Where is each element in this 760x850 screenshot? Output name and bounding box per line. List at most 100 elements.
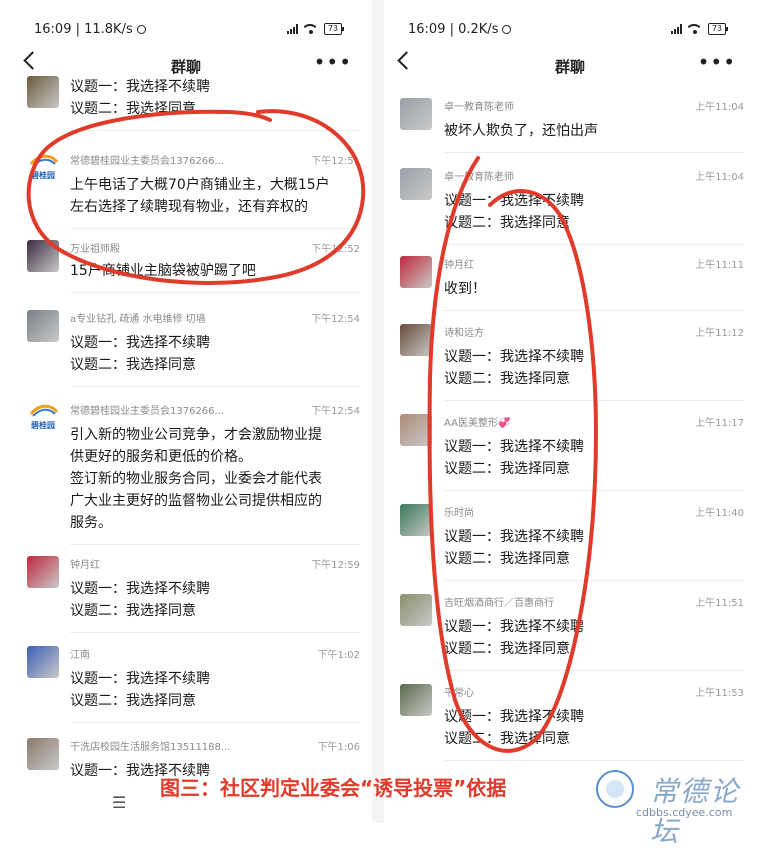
sender-name: 卓一教育陈老师: [444, 172, 514, 183]
message-text-line: 签订新的物业服务合同，业委会才能代表: [70, 471, 322, 487]
watermark-logo: 常德论坛 cdbbs.cdyee.com: [596, 768, 756, 848]
right-screenshot: 16:09 | 0.2K/s 73 群聊 ••• 卓一教育陈老师 上午11:04 被…: [384, 0, 756, 823]
avatar[interactable]: [400, 168, 432, 200]
message-time: 下午12:52: [311, 244, 360, 255]
wifi-icon: [303, 24, 318, 34]
message-separator: [444, 760, 744, 761]
message-text-line: 议题一：我选择不续聘: [444, 439, 584, 455]
status-bar: 16:09 | 0.2K/s 73: [384, 0, 756, 40]
sender-name: 钟月红: [444, 260, 474, 271]
message-time: 上午11:12: [695, 328, 744, 339]
message-separator: [444, 244, 744, 245]
message-text-line: 服务。: [70, 515, 112, 531]
menu-icon[interactable]: ☰: [112, 793, 126, 812]
message-list[interactable]: 议题一：我选择不续聘 议题二：我选择同意 碧桂园 常德碧桂园业主委员会1376266.…: [0, 76, 372, 823]
message-text-line: 议题一：我选择不续聘: [70, 671, 210, 687]
avatar[interactable]: [400, 324, 432, 356]
battery-icon: 73: [707, 23, 729, 35]
message-text-line: 上午电话了大概70户商铺业主，大概15户: [70, 177, 330, 193]
message-text-line: 议题一：我选择不续聘: [444, 349, 584, 365]
message-time: 上午11:53: [695, 688, 744, 699]
message-time: 上午11:04: [695, 172, 744, 183]
status-time: 16:09 | 11.8K/s: [34, 22, 133, 37]
message-time: 下午12:59: [311, 560, 360, 571]
more-options-icon[interactable]: •••: [698, 52, 736, 72]
avatar[interactable]: [27, 556, 59, 588]
sender-name: 诗和远方: [444, 328, 484, 339]
sender-name: 万业祖师殿: [70, 244, 120, 255]
message-separator: [70, 722, 360, 723]
sender-name: a专业钻孔 疏通 水电维修 切墙: [70, 314, 206, 325]
status-bar: 16:09 | 11.8K/s 73: [0, 0, 372, 40]
message-list[interactable]: 卓一教育陈老师 上午11:04 被坏人欺负了，还怕出声 卓一教育陈老师 上午11:04 议…: [384, 84, 756, 823]
logo-text: 碧桂园: [31, 421, 55, 430]
message-time: 上午11:17: [695, 418, 744, 429]
avatar[interactable]: [400, 504, 432, 536]
avatar[interactable]: 碧桂园: [27, 402, 59, 434]
sender-name: 干洗店校园生活服务馆13511188...: [70, 742, 231, 753]
message-separator: [70, 292, 360, 293]
message-text-line: 议题二：我选择同意: [70, 693, 196, 709]
signal-icon: [670, 24, 682, 34]
sender-name: 常德碧桂园业主委员会1376266...: [70, 156, 225, 167]
message-time: 下午1:06: [317, 742, 360, 753]
message-text-line: 议题二：我选择同意: [444, 461, 570, 477]
message-text-line: 收到！: [444, 281, 486, 297]
avatar[interactable]: [27, 646, 59, 678]
message-text-line: 供更好的服务和更低的价格。: [70, 449, 252, 465]
message-text-line: 引入新的物业公司竞争，才会激励物业提: [70, 427, 322, 443]
message-separator: [70, 632, 360, 633]
watermark-url: cdbbs.cdyee.com: [636, 806, 733, 819]
message-time: 下午12:54: [311, 406, 360, 417]
message-time: 上午11:04: [695, 102, 744, 113]
sender-name: 钟月红: [70, 560, 100, 571]
message-text-line: 议题一：我选择不续聘: [444, 619, 584, 635]
signal-icon: [286, 24, 298, 34]
logo-text: 碧桂园: [31, 171, 55, 180]
divider: [372, 0, 384, 823]
message-time: 上午11:40: [695, 508, 744, 519]
sender-name: 卓一教育陈老师: [444, 102, 514, 113]
message-time: 上午11:11: [695, 260, 744, 271]
avatar[interactable]: [27, 310, 59, 342]
message-text-line: 议题一：我选择不续聘: [70, 581, 210, 597]
message-time: 上午11:51: [695, 598, 744, 609]
message-text-line: 广大业主更好的监督物业公司提供相应的: [70, 493, 322, 509]
avatar[interactable]: [400, 98, 432, 130]
caption-text: 图三：社区判定业委会“诱导投票”依据: [160, 776, 507, 800]
avatar[interactable]: [400, 256, 432, 288]
more-options-icon[interactable]: •••: [314, 52, 352, 72]
message-text-line: 议题二：我选择同意: [444, 731, 570, 747]
avatar[interactable]: [27, 240, 59, 272]
avatar[interactable]: [400, 594, 432, 626]
left-screenshot: 16:09 | 11.8K/s 73 群聊 ••• 议题一：我选择不续聘 议题二：…: [0, 0, 372, 823]
message-time: 下午12:51: [311, 156, 360, 167]
sender-name: 江南: [70, 650, 90, 661]
message-separator: [444, 580, 744, 581]
avatar[interactable]: [27, 76, 59, 108]
message-text-line: 议题一：我选择不续聘: [70, 79, 210, 95]
message-text-line: 15户商铺业主脑袋被驴踢了吧: [70, 263, 256, 279]
sender-name: 平常心: [444, 688, 474, 699]
message-separator: [70, 544, 360, 545]
sender-name: AA医美整形💞: [444, 418, 511, 429]
message-text-line: 议题一：我选择不续聘: [444, 529, 584, 545]
avatar[interactable]: [400, 414, 432, 446]
sender-name: 常德碧桂园业主委员会1376266...: [70, 406, 225, 417]
avatar[interactable]: 碧桂园: [27, 152, 59, 184]
sender-name: 吉旺烟酒商行／百惠商行: [444, 598, 554, 609]
message-text-line: 被坏人欺负了，还怕出声: [444, 123, 598, 139]
message-time: 下午12:54: [311, 314, 360, 325]
avatar[interactable]: [27, 738, 59, 770]
forum-emblem-icon: [596, 770, 634, 808]
message-text-line: 议题二：我选择同意: [444, 641, 570, 657]
message-separator: [444, 400, 744, 401]
message-separator: [70, 130, 360, 131]
message-text-line: 议题一：我选择不续聘: [444, 709, 584, 725]
avatar[interactable]: [400, 684, 432, 716]
message-text-line: 议题二：我选择同意: [70, 101, 196, 117]
message-text-line: 议题二：我选择同意: [444, 371, 570, 387]
alarm-icon: [502, 25, 512, 34]
message-text-line: 议题一：我选择不续聘: [444, 193, 584, 209]
message-text-line: 议题二：我选择同意: [70, 357, 196, 373]
